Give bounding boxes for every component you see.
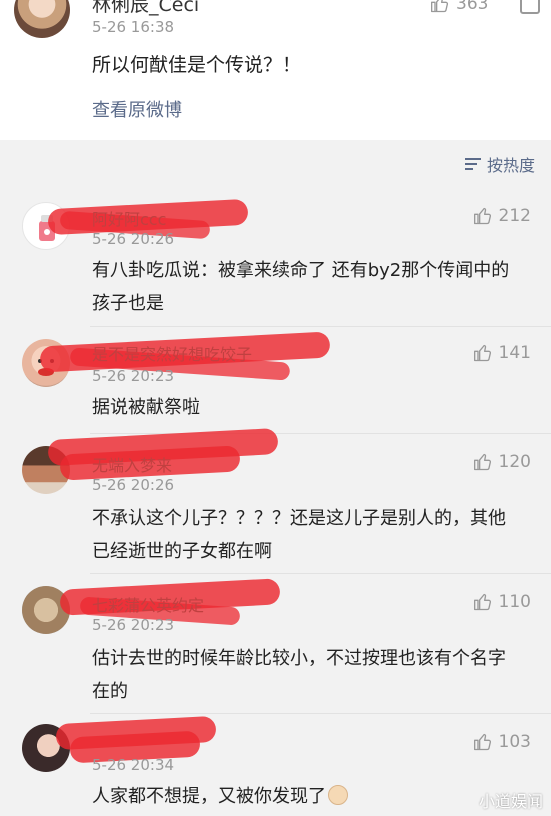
comment-text: 所以何猷佳是个传说？！ — [92, 54, 302, 76]
thumbs-up-icon — [473, 344, 491, 362]
like-button[interactable]: 120 — [473, 452, 531, 472]
sort-label: 按热度 — [486, 156, 535, 175]
comment-item: 阿好阿ccc 5-26 20:26 212 有八卦吃瓜说：被拿来续命了 还有by… — [0, 182, 551, 327]
dog-face-emoji-icon — [328, 785, 348, 805]
watermark: 小道娱闻 — [478, 792, 543, 811]
comment-text: 人家都不想提，又被你发现了 — [92, 780, 517, 813]
like-count: 363 — [456, 0, 489, 14]
comment-text: 有八卦吃瓜说：被拿来续命了 还有by2那个传闻中的孩子也是 — [92, 260, 510, 314]
username[interactable]: 林俐辰_Ceci — [92, 0, 199, 17]
timestamp: 5-26 20:26 — [92, 476, 175, 494]
thumbs-up-icon — [431, 0, 449, 13]
like-count: 103 — [498, 732, 531, 752]
comment-item: 无端入梦来 5-26 20:26 120 不承认这个儿子？？？？还是这儿子是别人… — [0, 427, 551, 574]
like-count: 141 — [498, 343, 531, 363]
timestamp: 5-26 16:38 — [92, 18, 175, 36]
view-original-weibo-link[interactable]: 查看原微博 — [92, 96, 182, 122]
sort-lines-icon — [464, 158, 481, 170]
thumbs-up-icon — [473, 207, 491, 225]
like-button[interactable]: 212 — [473, 206, 531, 226]
like-button[interactable]: 110 — [473, 592, 531, 612]
thumbs-up-icon — [473, 453, 491, 471]
comment-text-content: 人家都不想提，又被你发现了 — [92, 786, 326, 807]
timestamp: 5-26 20:34 — [92, 756, 175, 774]
username[interactable]: 是不是突然好想吃饺子 — [92, 341, 252, 365]
timestamp: 5-26 20:23 — [92, 367, 175, 385]
comment-text: 据说被献祭啦 — [92, 397, 200, 418]
avatar[interactable] — [14, 0, 70, 38]
comment-item: 七彩蒲公英约定 5-26 20:23 110 估计去世的时候年龄比较小，不过按理… — [0, 574, 551, 714]
thumbs-up-icon — [473, 733, 491, 751]
like-button[interactable]: 103 — [473, 732, 531, 752]
comment-item: 5-26 20:34 103 人家都不想提，又被你发现了 — [0, 714, 551, 816]
timestamp: 5-26 20:23 — [92, 616, 175, 634]
comment-text: 不承认这个儿子？？？？还是这儿子是别人的，其他已经逝世的子女都在啊 — [92, 508, 506, 562]
more-icon[interactable] — [520, 0, 540, 14]
like-count: 110 — [498, 592, 531, 612]
original-comment-card: 林俐辰_Ceci 5-26 16:38 363 所以何猷佳是个传说？！ 查看原微… — [0, 0, 551, 140]
username[interactable]: 七彩蒲公英约定 — [92, 592, 204, 616]
like-count: 120 — [498, 452, 531, 472]
like-button[interactable]: 141 — [473, 343, 531, 363]
sort-by-hot-button[interactable]: 按热度 — [464, 152, 535, 176]
username[interactable]: 阿好阿ccc — [92, 206, 166, 230]
like-count: 212 — [498, 206, 531, 226]
thumbs-up-icon — [473, 593, 491, 611]
comment-item: 是不是突然好想吃饺子 5-26 20:23 141 据说被献祭啦 — [0, 327, 551, 434]
like-button[interactable]: 363 — [430, 0, 488, 14]
timestamp: 5-26 20:26 — [92, 230, 175, 248]
username[interactable]: 无端入梦来 — [92, 452, 172, 476]
comment-text: 估计去世的时候年龄比较小，不过按理也该有个名字在的 — [92, 648, 506, 702]
